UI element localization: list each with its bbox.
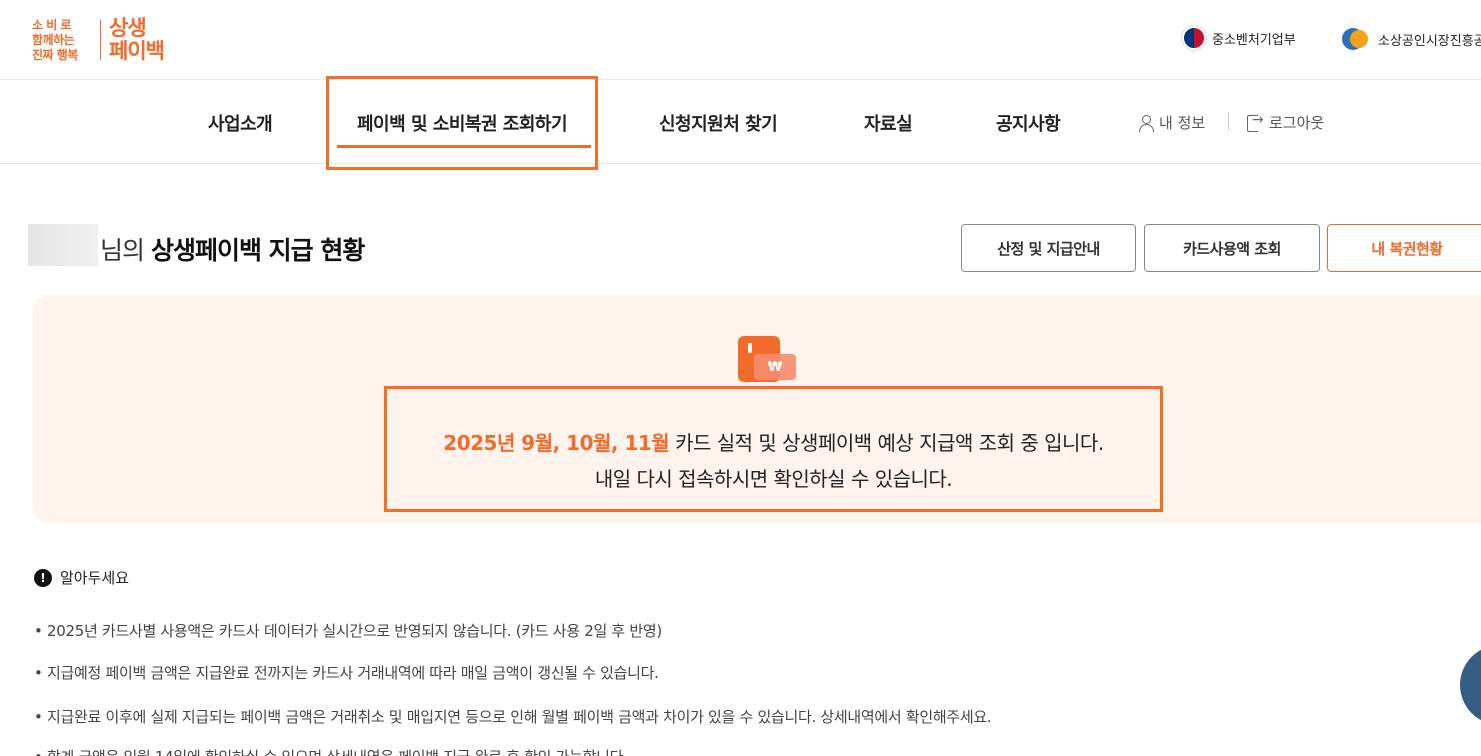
my-info-link[interactable]: 내 정보 (1138, 112, 1205, 133)
page-title-main: 상생페이백 지급 현황 (150, 236, 365, 265)
logo-slogan: 소 비 로 함께하는 진짜 행복 (32, 18, 96, 63)
masked-user-name (28, 224, 98, 266)
page-title-suffix: 님의 (100, 236, 151, 265)
nav-item-find-support[interactable]: 신청지원처 찾기 (659, 110, 778, 136)
info-heading-label: 알아두세요 (60, 569, 130, 587)
card-slot-shape (748, 343, 752, 353)
notice-period: 2025년 9월, 10월, 11월 (443, 431, 670, 455)
calc-guide-button[interactable]: 산정 및 지급안내 (961, 224, 1136, 272)
notice-line-2: 내일 다시 접속하시면 확인하실 수 있습니다. (594, 467, 953, 491)
partner-mss-link[interactable]: 중소벤처기업부 (1182, 26, 1296, 50)
logo-slogan-line: 소 비 로 (32, 17, 71, 32)
util-divider (1228, 112, 1229, 130)
logout-icon (1246, 112, 1264, 132)
info-item: • 지급예정 페이백 금액은 지급완료 전까지는 카드사 거래내역에 따라 매일… (34, 664, 659, 682)
logout-link[interactable]: 로그아웃 (1246, 112, 1324, 133)
card-usage-button[interactable]: 카드사용액 조회 (1144, 224, 1320, 272)
page-title: 님의 상생페이백 지급 현황 (100, 231, 365, 267)
highlight-box-nav (326, 76, 598, 170)
logo-wordmark: 상생 페이백 (109, 16, 165, 63)
info-item: • 지급완료 이후에 실제 지급되는 페이백 금액은 거래취소 및 매입지연 등… (34, 708, 992, 726)
floating-action-button[interactable] (1460, 645, 1481, 725)
notice-line-1: 2025년 9월, 10월, 11월 카드 실적 및 상생페이백 예상 지급액 … (387, 427, 1160, 456)
my-info-label: 내 정보 (1159, 114, 1206, 132)
nav-item-notices[interactable]: 공지사항 (996, 110, 1061, 136)
nav-item-resources[interactable]: 자료실 (864, 110, 913, 136)
partner-semas-link[interactable]: 소상공인시장진흥공 (1342, 26, 1481, 52)
site-logo[interactable]: 소 비 로 함께하는 진짜 행복 상생 페이백 (32, 14, 165, 66)
nav-item-intro[interactable]: 사업소개 (208, 110, 273, 136)
logout-label: 로그아웃 (1269, 114, 1325, 132)
info-item: • 합계 금액은 익월 14일에 확인하실 수 있으며 상세내역은 페이백 지급… (34, 746, 628, 756)
top-header: 소 비 로 함께하는 진짜 행복 상생 페이백 중소벤처기업부 소상공인시장진흥… (0, 0, 1481, 80)
semas-emblem-icon (1342, 26, 1372, 52)
partner-label: 소상공인시장진흥공 (1378, 33, 1481, 49)
logo-wordmark-line: 페이백 (109, 39, 165, 63)
won-card-shape: ₩ (754, 354, 796, 380)
person-icon (1138, 114, 1154, 132)
info-item: • 2025년 카드사별 사용액은 카드사 데이터가 실시간으로 반영되지 않습… (34, 622, 662, 640)
main-nav: 사업소개 페이백 및 소비복권 조회하기 신청지원처 찾기 자료실 공지사항 내… (0, 76, 1481, 170)
alert-icon: ! (34, 568, 52, 587)
info-heading: ! 알아두세요 (34, 567, 129, 588)
partner-label: 중소벤처기업부 (1212, 32, 1296, 48)
highlight-box-notice: 2025년 9월, 10월, 11월 카드 실적 및 상생페이백 예상 지급액 … (384, 386, 1163, 512)
logo-slogan-line: 진짜 행복 (32, 47, 78, 62)
logo-divider (100, 20, 101, 60)
my-lottery-button[interactable]: 내 복권현황 (1327, 224, 1481, 272)
notice-line-1-text: 카드 실적 및 상생페이백 예상 지급액 조회 중 입니다. (669, 431, 1104, 455)
logo-slogan-line: 함께하는 (32, 32, 75, 47)
taegeuk-emblem-icon (1182, 26, 1206, 50)
logo-wordmark-line: 상생 (109, 16, 147, 40)
